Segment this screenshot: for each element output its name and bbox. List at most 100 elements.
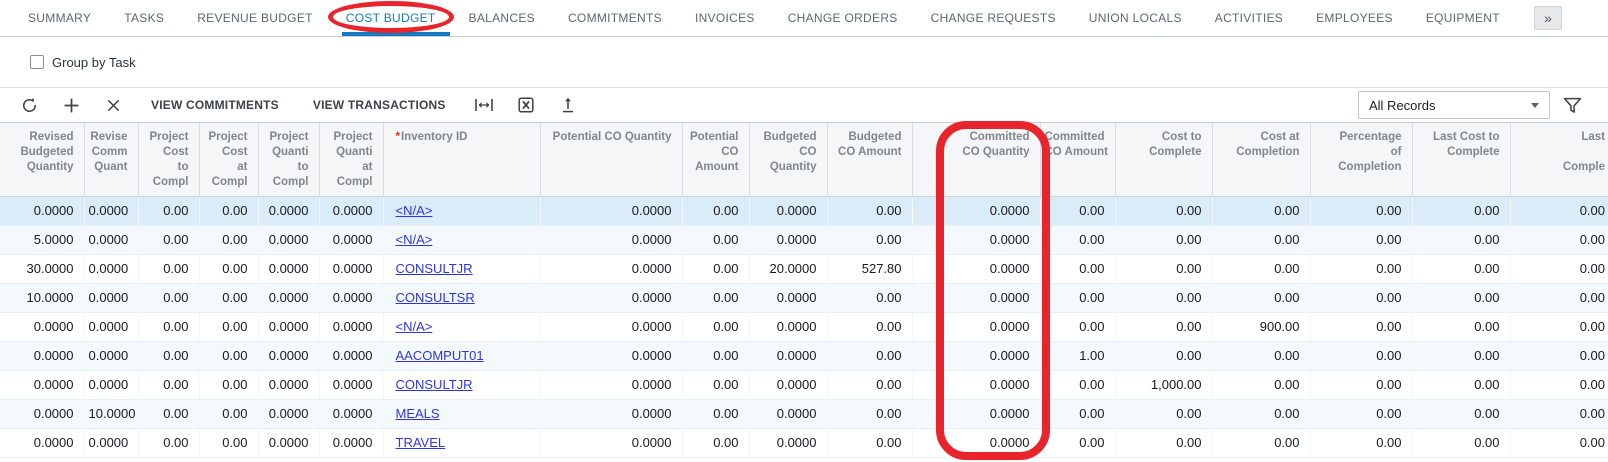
cell[interactable]: CONSULTSR xyxy=(383,283,540,312)
column-header-project-quanti-to-compl[interactable]: Project Quanti to Compl xyxy=(258,123,319,196)
cell[interactable]: 0.00 xyxy=(1040,428,1115,457)
cell[interactable]: 0.00 xyxy=(1212,399,1310,428)
cell[interactable]: 0.00 xyxy=(1115,225,1212,254)
cell[interactable]: 0.00 xyxy=(1510,312,1608,341)
cell[interactable]: 0.00 xyxy=(199,370,258,399)
cell[interactable]: 0.00 xyxy=(1310,196,1412,225)
cell[interactable]: 0.00 xyxy=(827,283,912,312)
cell[interactable]: 0.0000 xyxy=(749,341,827,370)
column-header-cost-at-completion[interactable]: Cost at Completion xyxy=(1212,123,1310,196)
cell[interactable]: 0.00 xyxy=(827,196,912,225)
cell[interactable]: 0.00 xyxy=(1510,196,1608,225)
cell[interactable]: 0.00 xyxy=(199,399,258,428)
cell[interactable]: 0.00 xyxy=(138,341,199,370)
column-header-inventory-id[interactable]: *Inventory ID xyxy=(383,123,540,196)
cell[interactable]: AACOMPUT01 xyxy=(383,341,540,370)
cell[interactable]: 0.0000 xyxy=(749,225,827,254)
cell[interactable]: 0.00 xyxy=(199,283,258,312)
cell[interactable]: 0.00 xyxy=(199,312,258,341)
cell[interactable]: 0.0000 xyxy=(540,341,682,370)
cell[interactable]: 0.00 xyxy=(1212,370,1310,399)
tab-activities[interactable]: ACTIVITIES xyxy=(1215,0,1283,36)
cell[interactable]: 0.00 xyxy=(1040,196,1115,225)
cell[interactable]: 0.00 xyxy=(682,225,749,254)
cell[interactable]: 0.0000 xyxy=(912,341,1040,370)
column-header-project-cost-to-compl[interactable]: Project Cost to Compl xyxy=(138,123,199,196)
cell[interactable]: TRAVEL xyxy=(383,428,540,457)
cell[interactable]: 0.0000 xyxy=(0,399,84,428)
refresh-button[interactable] xyxy=(8,88,50,122)
inventory-id-link[interactable]: <N/A> xyxy=(396,203,433,218)
cell[interactable]: 0.00 xyxy=(1040,283,1115,312)
cell[interactable]: 0.00 xyxy=(1412,341,1510,370)
column-header-budgeted-co-quantity[interactable]: Budgeted CO Quantity xyxy=(749,123,827,196)
upload-button[interactable] xyxy=(547,88,589,122)
cell[interactable]: 0.0000 xyxy=(0,312,84,341)
cell[interactable]: 0.0000 xyxy=(912,399,1040,428)
cell[interactable]: 0.0000 xyxy=(912,254,1040,283)
cell[interactable]: 0.00 xyxy=(138,225,199,254)
cell[interactable]: 0.00 xyxy=(199,341,258,370)
cell[interactable]: 30.0000 xyxy=(0,254,84,283)
cell[interactable]: 0.0000 xyxy=(84,370,138,399)
cell[interactable]: 0.00 xyxy=(1212,341,1310,370)
column-header-project-quanti-at-compl[interactable]: Project Quanti at Compl xyxy=(319,123,383,196)
table-row[interactable]: 0.000010.00000.000.000.00000.0000MEALS0.… xyxy=(0,399,1608,428)
filter-settings-button[interactable] xyxy=(1550,88,1594,122)
cell[interactable]: 0.00 xyxy=(827,341,912,370)
cell[interactable]: 0.0000 xyxy=(540,428,682,457)
cell[interactable]: 0.0000 xyxy=(540,254,682,283)
cell[interactable]: 0.0000 xyxy=(319,283,383,312)
cell[interactable]: 0.0000 xyxy=(258,399,319,428)
tab-change-orders[interactable]: CHANGE ORDERS xyxy=(788,0,898,36)
tab-summary[interactable]: SUMMARY xyxy=(28,0,91,36)
cell[interactable]: 0.0000 xyxy=(84,283,138,312)
tab-commitments[interactable]: COMMITMENTS xyxy=(568,0,662,36)
cell[interactable]: CONSULTJR xyxy=(383,254,540,283)
cell[interactable]: 0.00 xyxy=(1412,370,1510,399)
inventory-id-link[interactable]: TRAVEL xyxy=(396,435,446,450)
table-row[interactable]: 5.00000.00000.000.000.00000.0000<N/A>0.0… xyxy=(0,225,1608,254)
table-row[interactable]: 30.00000.00000.000.000.00000.0000CONSULT… xyxy=(0,254,1608,283)
cell[interactable]: 0.0000 xyxy=(258,370,319,399)
cell[interactable]: 0.00 xyxy=(1040,312,1115,341)
cell[interactable]: 0.00 xyxy=(1412,312,1510,341)
cell[interactable]: 0.00 xyxy=(827,399,912,428)
tab-equipment[interactable]: EQUIPMENT xyxy=(1426,0,1500,36)
cell[interactable]: 0.0000 xyxy=(0,428,84,457)
cell[interactable]: 0.0000 xyxy=(540,370,682,399)
cell[interactable]: 0.0000 xyxy=(540,225,682,254)
cell[interactable]: 0.00 xyxy=(1412,428,1510,457)
cell[interactable]: 0.00 xyxy=(1040,399,1115,428)
cell[interactable]: 0.00 xyxy=(1310,254,1412,283)
inventory-id-link[interactable]: <N/A> xyxy=(396,319,433,334)
cell[interactable]: 0.00 xyxy=(1310,312,1412,341)
cell[interactable]: 900.00 xyxy=(1212,312,1310,341)
cell[interactable]: 20.0000 xyxy=(749,254,827,283)
cell[interactable]: 527.80 xyxy=(827,254,912,283)
cell[interactable]: 0.00 xyxy=(199,196,258,225)
table-row[interactable]: 0.00000.00000.000.000.00000.0000TRAVEL0.… xyxy=(0,428,1608,457)
column-header-percentage-of-completion[interactable]: Percentage of Completion xyxy=(1310,123,1412,196)
cell[interactable]: 0.00 xyxy=(199,428,258,457)
cell[interactable]: 0.0000 xyxy=(749,283,827,312)
cell[interactable]: <N/A> xyxy=(383,312,540,341)
column-header-revised-budgeted-quantity[interactable]: Revised Budgeted Quantity xyxy=(0,123,84,196)
cell[interactable]: 0.00 xyxy=(1510,399,1608,428)
cell[interactable]: 0.0000 xyxy=(0,370,84,399)
cell[interactable]: 0.0000 xyxy=(749,399,827,428)
cell[interactable]: 0.00 xyxy=(138,254,199,283)
cell[interactable]: 0.0000 xyxy=(258,312,319,341)
tab-union-locals[interactable]: UNION LOCALS xyxy=(1089,0,1182,36)
view-commitments-button[interactable]: VIEW COMMITMENTS xyxy=(134,88,296,122)
fit-width-button[interactable] xyxy=(463,88,505,122)
cell[interactable]: 0.00 xyxy=(138,428,199,457)
tab-overflow-button[interactable]: » xyxy=(1534,6,1562,30)
column-header-budgeted-co-amount[interactable]: Budgeted CO Amount xyxy=(827,123,912,196)
inventory-id-link[interactable]: CONSULTJR xyxy=(396,261,473,276)
cell[interactable]: 0.0000 xyxy=(319,399,383,428)
cell[interactable]: 0.00 xyxy=(1212,428,1310,457)
cell[interactable]: CONSULTJR xyxy=(383,370,540,399)
inventory-id-link[interactable]: MEALS xyxy=(396,406,440,421)
cell[interactable]: 0.00 xyxy=(1510,370,1608,399)
